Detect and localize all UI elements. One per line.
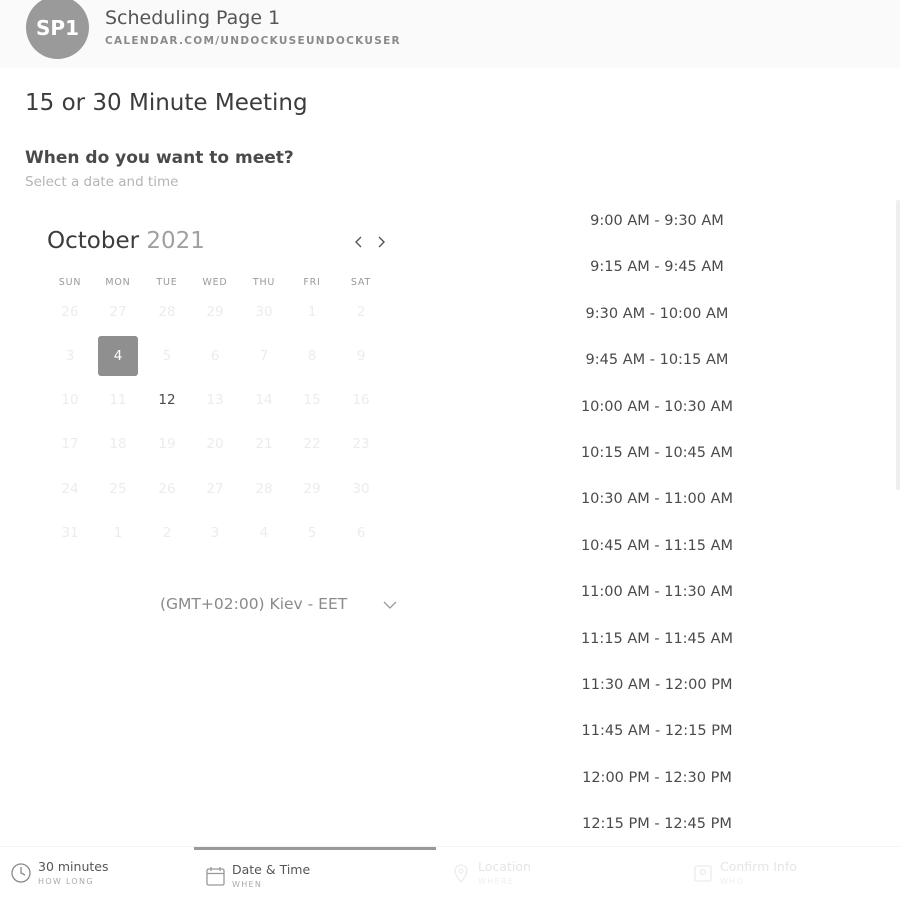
calendar-day: 11 [109,392,127,408]
calendar-day: 5 [162,348,172,364]
user-card-icon [694,865,712,882]
time-slot-button[interactable]: 10:15 AM - 10:45 AM [530,430,784,476]
calendar-day: 4 [259,525,269,541]
calendar-day: 30 [352,481,370,497]
calendar-icon [206,867,225,886]
weekday-label: MON [105,277,131,288]
calendar-day: 31 [61,525,79,541]
time-slot-button[interactable]: 9:00 AM - 9:30 AM [530,198,784,244]
calendar-day: 16 [352,392,370,408]
timezone-select[interactable]: (GMT+02:00) Kiev - EET [160,595,347,613]
time-slot-button[interactable]: 10:30 AM - 11:00 AM [530,476,784,522]
calendar-day: 28 [255,481,273,497]
calendar-day: 10 [61,392,79,408]
chevron-left-icon [355,236,362,248]
step-duration-label: 30 minutes [38,859,109,874]
calendar-day: 17 [61,436,79,452]
weekday-label: FRI [303,277,321,288]
calendar-day: 19 [158,436,176,452]
calendar-day: 24 [61,481,79,497]
time-slot-scrollbar[interactable] [896,200,900,490]
meeting-title: 15 or 30 Minute Meeting [25,90,308,116]
calendar-year: 2021 [146,228,205,254]
avatar: SP1 [26,0,89,59]
time-slot-button[interactable]: 11:00 AM - 11:30 AM [530,569,784,615]
calendar-day: 8 [307,348,317,364]
calendar-day: 1 [113,525,123,541]
calendar-day: 5 [307,525,317,541]
weekday-label: THU [252,277,276,288]
calendar-day: 21 [255,436,273,452]
step-confirm-info-label: Confirm Info [720,859,797,874]
calendar-day: 27 [109,304,127,320]
calendar-day: 25 [109,481,127,497]
calendar-day: 29 [303,481,321,497]
booking-steps-bar: 30 minutes HOW LONG Date & Time WHEN Loc… [0,846,900,900]
time-slot-button[interactable]: 9:15 AM - 9:45 AM [530,244,784,290]
calendar-day: 3 [65,348,75,364]
calendar-day: 22 [303,436,321,452]
weekday-label: WED [202,277,228,288]
calendar-day: 23 [352,436,370,452]
calendar-day: 1 [307,304,317,320]
calendar-day: 20 [206,436,224,452]
calendar-day: 18 [109,436,127,452]
previous-month-button[interactable] [349,230,369,254]
select-date-time-hint: Select a date and time [25,174,179,190]
calendar-day: 26 [158,481,176,497]
scheduling-page-url: CALENDAR.COM/UNDOCKUSEUNDOCKUSER [105,35,401,47]
calendar-day: 27 [206,481,224,497]
calendar-day: 7 [259,348,269,364]
time-slot-button[interactable]: 10:45 AM - 11:15 AM [530,523,784,569]
step-date-time[interactable]: Date & Time WHEN [194,847,436,900]
time-slot-button[interactable]: 11:45 AM - 12:15 PM [530,708,784,754]
location-pin-icon [454,864,468,884]
next-month-button[interactable] [371,230,391,254]
weekday-label: SUN [58,277,82,288]
time-slot-button[interactable]: 11:15 AM - 11:45 AM [530,616,784,662]
calendar-day: 28 [158,304,176,320]
calendar-month: October [47,228,140,254]
step-location-label: Location [478,859,531,874]
page-header: SP1 Scheduling Page 1 CALENDAR.COM/UNDOC… [0,0,900,68]
step-location[interactable]: Location WHERE [440,847,680,900]
step-duration-sub: HOW LONG [38,877,94,886]
calendar-day: 2 [356,304,366,320]
scheduling-page-name: Scheduling Page 1 [105,7,281,29]
calendar-day: 30 [255,304,273,320]
calendar-day: 29 [206,304,224,320]
weekday-label: SAT [350,277,372,288]
clock-icon [11,863,31,883]
time-slot-button[interactable]: 9:45 AM - 10:15 AM [530,337,784,383]
calendar-day: 14 [255,392,273,408]
calendar-month-label: October 2021 [47,228,205,254]
when-question-heading: When do you want to meet? [25,148,294,168]
time-slot-button[interactable]: 11:30 AM - 12:00 PM [530,662,784,708]
time-slot-button[interactable]: 10:00 AM - 10:30 AM [530,384,784,430]
weekday-label: TUE [156,277,178,288]
time-slot-button[interactable]: 12:00 PM - 12:30 PM [530,755,784,801]
step-duration[interactable]: 30 minutes HOW LONG [0,847,194,900]
calendar-day-available[interactable]: 12 [147,380,187,420]
chevron-down-icon[interactable] [383,600,397,610]
time-slot-button[interactable]: 12:15 PM - 12:45 PM [530,801,784,847]
step-location-sub: WHERE [478,877,515,886]
calendar-day: 26 [61,304,79,320]
step-date-time-sub: WHEN [232,880,263,889]
calendar-day: 6 [356,525,366,541]
calendar-day: 3 [210,525,220,541]
step-confirm-info[interactable]: Confirm Info WHO [682,847,900,900]
step-confirm-info-sub: WHO [720,877,745,886]
calendar-day: 6 [210,348,220,364]
calendar-day: 15 [303,392,321,408]
calendar-day-selected[interactable]: 4 [98,336,138,376]
step-date-time-label: Date & Time [232,862,311,877]
chevron-right-icon [378,236,385,248]
calendar-day: 2 [162,525,172,541]
calendar-day: 13 [206,392,224,408]
calendar-day: 9 [356,348,366,364]
time-slot-button[interactable]: 9:30 AM - 10:00 AM [530,291,784,337]
